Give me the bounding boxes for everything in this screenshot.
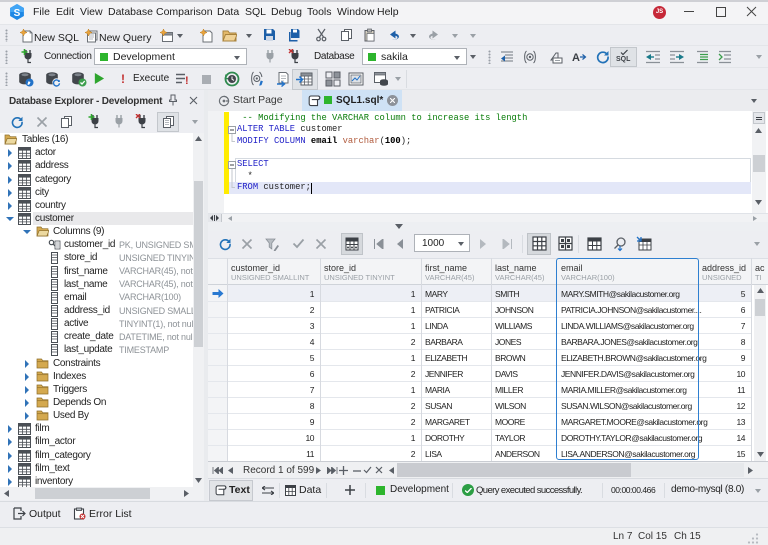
svg-text:A: A	[572, 52, 580, 64]
svg-text:!: !	[185, 75, 189, 86]
svg-text:S: S	[14, 8, 21, 19]
